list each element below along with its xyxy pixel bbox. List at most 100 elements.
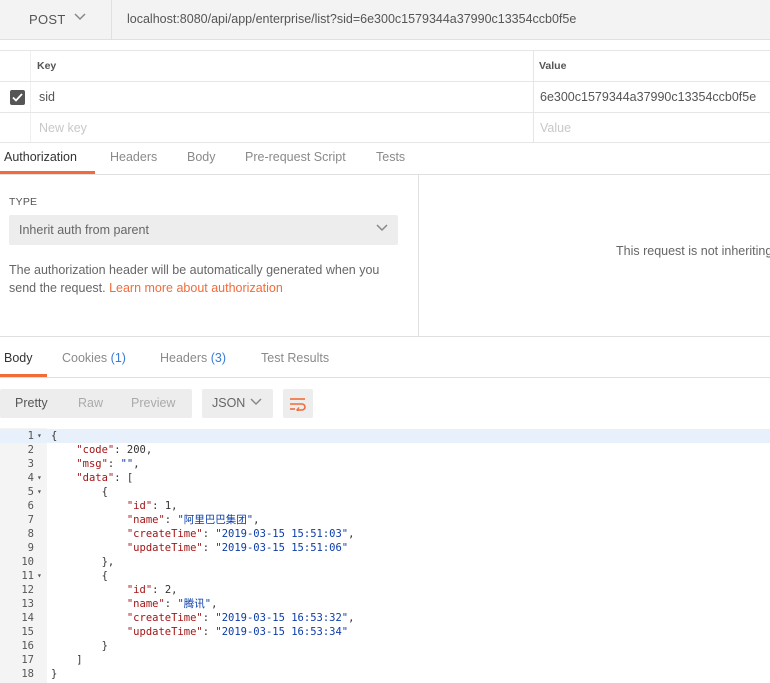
code-line: 8 "createTime": "2019-03-15 15:51:03", xyxy=(0,527,770,541)
auth-info-panel: This request is not inheriting xyxy=(419,175,770,337)
learn-more-link[interactable]: Learn more about authorization xyxy=(109,281,283,295)
cookies-label: Cookies xyxy=(62,351,108,365)
method-label: POST xyxy=(29,12,66,27)
line-number: 16 xyxy=(21,640,34,652)
fold-toggle-icon[interactable]: ▾ xyxy=(37,429,42,443)
url-bar: POST localhost:8080/api/app/enterprise/l… xyxy=(0,0,770,40)
code-line: 11 ▾ { xyxy=(0,569,770,583)
code-text: "updateTime": "2019-03-15 15:51:06" xyxy=(126,542,349,554)
tab-authorization[interactable]: Authorization xyxy=(0,142,95,174)
line-number: 6 xyxy=(27,500,34,512)
chevron-down-icon xyxy=(250,398,262,406)
cookies-count: (1) xyxy=(110,351,126,365)
code-text: "id": 1, xyxy=(126,500,178,512)
auth-type-select[interactable]: Inherit auth from parent xyxy=(9,215,398,245)
code-text: "msg": "", xyxy=(76,458,140,470)
code-text: "createTime": "2019-03-15 15:51:03", xyxy=(126,528,355,540)
chevron-down-icon xyxy=(376,224,388,232)
line-number: 1 xyxy=(27,430,34,442)
fold-toggle-icon[interactable]: ▾ xyxy=(37,471,42,485)
code-text: "updateTime": "2019-03-15 16:53:34" xyxy=(126,626,349,638)
code-text: } xyxy=(51,640,108,652)
fold-toggle-icon[interactable]: ▾ xyxy=(37,485,42,499)
code-line: 14 "createTime": "2019-03-15 16:53:32", xyxy=(0,611,770,625)
code-line: 17 ] xyxy=(0,653,770,667)
method-select[interactable]: POST xyxy=(0,0,112,39)
new-value-input[interactable]: Value xyxy=(540,121,571,135)
code-text: "name": "阿里巴巴集团", xyxy=(126,514,260,526)
code-line: 13 "name": "腾讯", xyxy=(0,597,770,611)
chevron-down-icon xyxy=(74,13,86,21)
headers-label: Headers xyxy=(160,351,208,365)
code-line: 12 "id": 2, xyxy=(0,583,770,597)
wrap-lines-icon xyxy=(290,397,306,411)
request-tabs: Authorization Headers Body Pre-request S… xyxy=(0,142,770,175)
pretty-button[interactable]: Pretty xyxy=(15,389,48,418)
raw-button[interactable]: Raw xyxy=(78,389,103,418)
line-number: 4 xyxy=(27,472,34,484)
line-number: 18 xyxy=(21,668,34,680)
inherit-message: This request is not inheriting xyxy=(616,244,770,258)
line-number: 13 xyxy=(21,598,34,610)
auth-description: The authorization header will be automat… xyxy=(9,261,404,297)
tab-body[interactable]: Body xyxy=(187,142,216,174)
preview-button[interactable]: Preview xyxy=(131,389,175,418)
code-text: "name": "腾讯", xyxy=(126,598,218,610)
code-line: 2 "code": 200, xyxy=(0,443,770,457)
params-header: Key Value xyxy=(0,51,770,82)
code-text: "code": 200, xyxy=(76,444,153,456)
new-param-row: New key Value xyxy=(0,113,770,143)
code-line: 15 "updateTime": "2019-03-15 16:53:34" xyxy=(0,625,770,639)
code-line: 10 }, xyxy=(0,555,770,569)
tab-headers[interactable]: Headers xyxy=(110,142,157,174)
code-text: { xyxy=(51,570,108,582)
url-input[interactable]: localhost:8080/api/app/enterprise/list?s… xyxy=(127,0,576,39)
tab-pre-request-script[interactable]: Pre-request Script xyxy=(245,142,346,174)
tab-cookies[interactable]: Cookies (1) xyxy=(62,337,126,377)
code-text: { xyxy=(51,486,108,498)
code-line: 1 ▾ { xyxy=(0,429,770,443)
value-column-header: Value xyxy=(539,60,567,72)
code-text: { xyxy=(51,430,58,442)
code-text: "createTime": "2019-03-15 16:53:32", xyxy=(126,612,355,624)
line-number: 5 xyxy=(27,486,34,498)
code-line: 4 ▾ "data": [ xyxy=(0,471,770,485)
line-number: 11 xyxy=(21,570,34,582)
line-number: 14 xyxy=(21,612,34,624)
tab-response-headers[interactable]: Headers (3) xyxy=(160,337,226,377)
response-tabs: Body Cookies (1) Headers (3) Test Result… xyxy=(0,337,770,378)
format-value: JSON xyxy=(212,396,246,410)
new-key-input[interactable]: New key xyxy=(39,121,87,135)
checkmark-icon xyxy=(12,93,23,102)
auth-type-value: Inherit auth from parent xyxy=(19,223,149,237)
auth-config-panel: TYPE Inherit auth from parent The author… xyxy=(0,175,419,337)
headers-count: (3) xyxy=(210,351,227,365)
tab-test-results[interactable]: Test Results xyxy=(261,337,329,377)
code-line: 18} xyxy=(0,667,770,681)
code-line: 7 "name": "阿里巴巴集团", xyxy=(0,513,770,527)
code-line: 16 } xyxy=(0,639,770,653)
code-text: ] xyxy=(51,654,83,666)
line-number: 3 xyxy=(27,458,34,470)
tab-tests[interactable]: Tests xyxy=(376,142,405,174)
line-number: 12 xyxy=(21,584,34,596)
line-number: 8 xyxy=(27,528,34,540)
line-number: 10 xyxy=(21,556,34,568)
line-number: 9 xyxy=(27,542,34,554)
code-text: }, xyxy=(51,556,115,568)
param-key[interactable]: sid xyxy=(39,90,55,104)
fold-toggle-icon[interactable]: ▾ xyxy=(37,569,42,583)
code-text: "id": 2, xyxy=(126,584,178,596)
param-checkbox[interactable] xyxy=(10,90,25,105)
format-select[interactable]: JSON xyxy=(202,389,273,418)
param-value[interactable]: 6e300c1579344a37990c13354ccb0f5e xyxy=(540,90,756,104)
code-line: 6 "id": 1, xyxy=(0,499,770,513)
wrap-lines-button[interactable] xyxy=(283,389,313,418)
key-column-header: Key xyxy=(37,60,57,72)
line-number: 7 xyxy=(27,514,34,526)
response-code-view[interactable]: 1 ▾{2 "code": 200, 3 "msg": "", 4 ▾ "data": … xyxy=(0,428,770,683)
tab-response-body[interactable]: Body xyxy=(0,337,47,377)
params-table: Key Value sid 6e300c1579344a37990c13354c… xyxy=(0,50,770,143)
view-mode-group: Pretty Raw Preview xyxy=(0,389,192,418)
type-label: TYPE xyxy=(9,196,38,208)
